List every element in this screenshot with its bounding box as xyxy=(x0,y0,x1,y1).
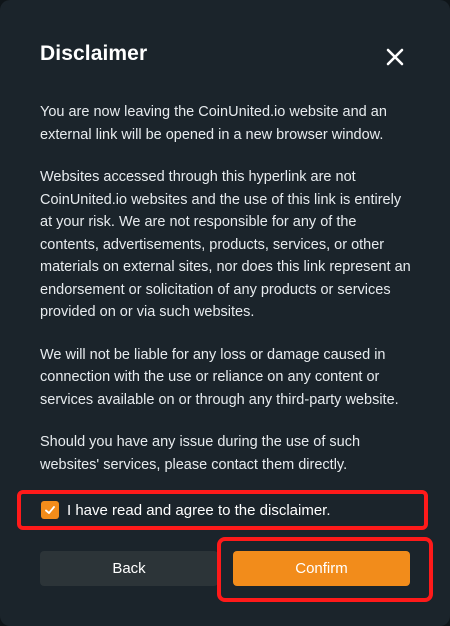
disclaimer-paragraph-4: Should you have any issue during the use… xyxy=(40,434,361,473)
close-icon xyxy=(386,48,404,66)
agreement-row[interactable]: I have read and agree to the disclaimer. xyxy=(17,490,428,530)
checkmark-icon xyxy=(45,506,55,514)
agree-checkbox[interactable] xyxy=(41,501,59,519)
close-button[interactable] xyxy=(380,42,410,72)
agree-label[interactable]: I have read and agree to the disclaimer. xyxy=(67,502,331,519)
disclaimer-modal: Disclaimer You are now leaving the CoinU… xyxy=(0,0,450,626)
disclaimer-paragraph-2: Websites accessed through this hyperlink… xyxy=(40,169,411,320)
disclaimer-body: You are now leaving the CoinUnited.io we… xyxy=(40,101,412,496)
disclaimer-paragraph-3: We will not be liable for any loss or da… xyxy=(40,346,399,408)
confirm-button[interactable]: Confirm xyxy=(233,551,410,586)
back-button[interactable]: Back xyxy=(40,551,218,586)
modal-title: Disclaimer xyxy=(40,42,148,65)
disclaimer-paragraph-1: You are now leaving the CoinUnited.io we… xyxy=(40,104,387,143)
